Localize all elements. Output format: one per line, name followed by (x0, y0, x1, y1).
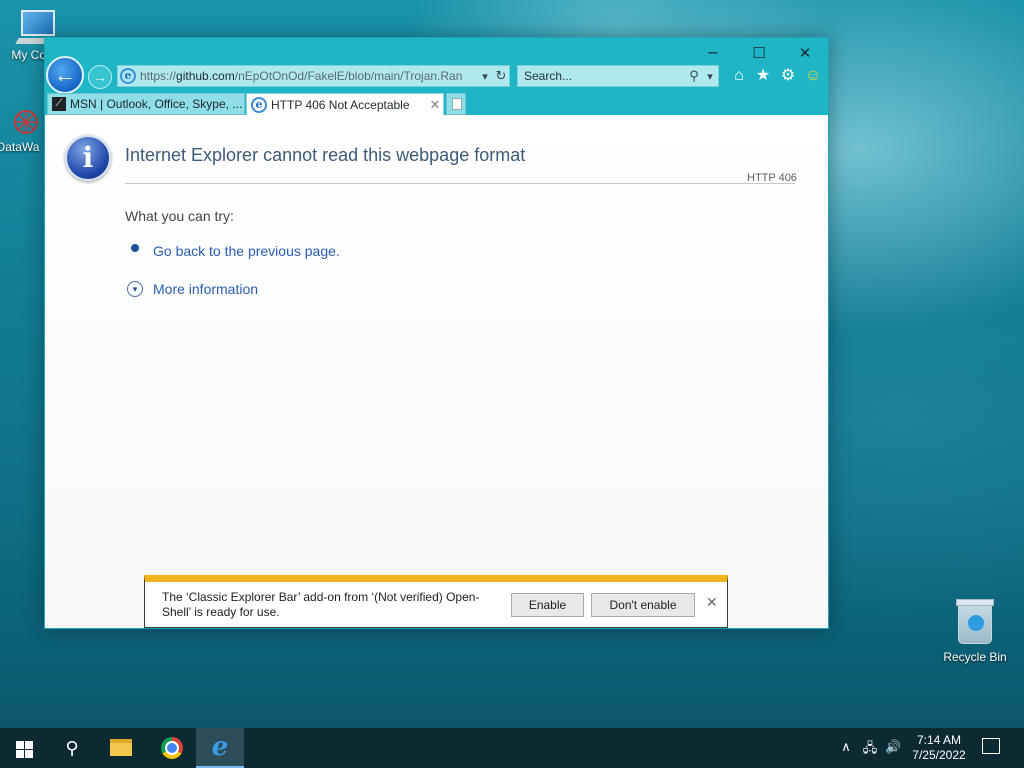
favorites-star-icon[interactable]: ★ (753, 66, 773, 86)
refresh-icon[interactable]: ↻ (493, 68, 509, 84)
windows-logo-icon (16, 741, 24, 749)
taskbar-search-icon[interactable]: ⚲ (48, 728, 96, 768)
desktop-icon-label: Recycle Bin (943, 650, 1007, 664)
action-center-icon[interactable] (982, 738, 1000, 754)
desktop-icon-recycle-bin[interactable]: Recycle Bin (935, 599, 1015, 664)
windows-logo-pane (25, 750, 33, 758)
info-icon: i (65, 135, 111, 181)
more-information-link[interactable]: More information (153, 281, 258, 297)
url-path: /nEpOtOnOd/FakelE/blob/main/Trojan.Ran (234, 69, 463, 83)
address-bar[interactable]: e https://github.com/nEpOtOnOd/FakelE/bl… (117, 65, 510, 87)
addon-notification-bar: The ‘Classic Explorer Bar’ add-on from ‘… (144, 575, 728, 628)
enable-button[interactable]: Enable (511, 593, 584, 617)
search-dropdown-icon[interactable]: ▾ (702, 70, 718, 83)
page-content: i Internet Explorer cannot read this web… (45, 115, 828, 628)
search-input[interactable]: Search... (524, 69, 686, 83)
title-divider (125, 183, 795, 184)
clock-date: 7/25/2022 (912, 748, 966, 762)
volume-icon[interactable]: 🔊 (885, 739, 901, 755)
ie-tab-icon: e (251, 97, 267, 113)
windows-logo-pane (16, 750, 24, 758)
home-icon[interactable]: ⌂ (729, 66, 749, 86)
url-host: github.com (176, 69, 235, 83)
maximize-button[interactable]: ☐ (736, 41, 782, 65)
close-button[interactable]: ✕ (782, 41, 828, 65)
search-box[interactable]: Search... ⚲ ▾ (517, 65, 719, 87)
address-dropdown-icon[interactable]: ▾ (477, 70, 493, 83)
folder-icon (110, 739, 132, 756)
internet-explorer-icon: e (211, 732, 229, 762)
page-title: Internet Explorer cannot read this webpa… (125, 145, 526, 165)
gear-icon[interactable]: ⚙ (778, 66, 798, 86)
clock-time: 7:14 AM (916, 733, 962, 747)
tray-chevron-icon[interactable]: ∧ (838, 739, 854, 755)
expand-chevron-icon[interactable]: ▾ (127, 281, 143, 297)
tab-label: HTTP 406 Not Acceptable (271, 98, 410, 112)
minimize-button[interactable]: ─ (690, 41, 736, 65)
ie-page-icon: e (120, 68, 136, 84)
windows-logo-pane (25, 741, 33, 749)
network-icon[interactable]: 🖧 (862, 739, 878, 761)
back-button[interactable]: ← (46, 56, 84, 94)
dont-enable-button[interactable]: Don't enable (591, 593, 695, 617)
clock[interactable]: 7:14 AM 7/25/2022 (908, 733, 970, 763)
try-heading: What you can try: (125, 208, 234, 224)
go-back-link[interactable]: Go back to the previous page. (153, 243, 340, 259)
tab-label: MSN | Outlook, Office, Skype, ... (70, 97, 243, 111)
title-bar: ─ ☐ ✕ ← → e https://github.com/nEpOtOnOd… (45, 38, 828, 116)
error-code: HTTP 406 (747, 172, 797, 184)
datawarrior-icon (9, 108, 43, 138)
msn-logo-icon: ⟋ (52, 97, 66, 111)
browser-window: ─ ☐ ✕ ← → e https://github.com/nEpOtOnOd… (44, 37, 829, 629)
internet-explorer-taskbar-button[interactable]: e (196, 728, 244, 768)
new-tab-button[interactable] (446, 93, 466, 115)
start-button[interactable] (0, 728, 48, 768)
tab-http-406[interactable]: e HTTP 406 Not Acceptable ✕ (246, 93, 444, 116)
notification-close-icon[interactable]: ✕ (706, 594, 718, 611)
computer-icon (21, 10, 55, 36)
feedback-smiley-icon[interactable]: ☺ (803, 66, 823, 86)
taskbar: ⚲ e ∧ 🖧 🔊 7:14 AM 7/25/2022 (0, 728, 1024, 768)
notification-message: The ‘Classic Explorer Bar’ add-on from ‘… (162, 590, 480, 619)
new-tab-icon (452, 98, 462, 110)
bullet-icon (131, 244, 139, 252)
tab-msn[interactable]: ⟋ MSN | Outlook, Office, Skype, ... (47, 93, 245, 115)
address-input[interactable]: https://github.com/nEpOtOnOd/FakelE/blob… (140, 69, 477, 83)
search-icon[interactable]: ⚲ (686, 68, 702, 84)
chrome-taskbar-button[interactable] (148, 728, 196, 768)
forward-button[interactable]: → (88, 65, 112, 89)
file-explorer-taskbar-button[interactable] (98, 728, 146, 768)
url-scheme: https:// (140, 69, 177, 83)
chrome-icon (161, 737, 183, 759)
tab-close-icon[interactable]: ✕ (427, 97, 443, 113)
recycle-bin-icon (956, 599, 994, 644)
